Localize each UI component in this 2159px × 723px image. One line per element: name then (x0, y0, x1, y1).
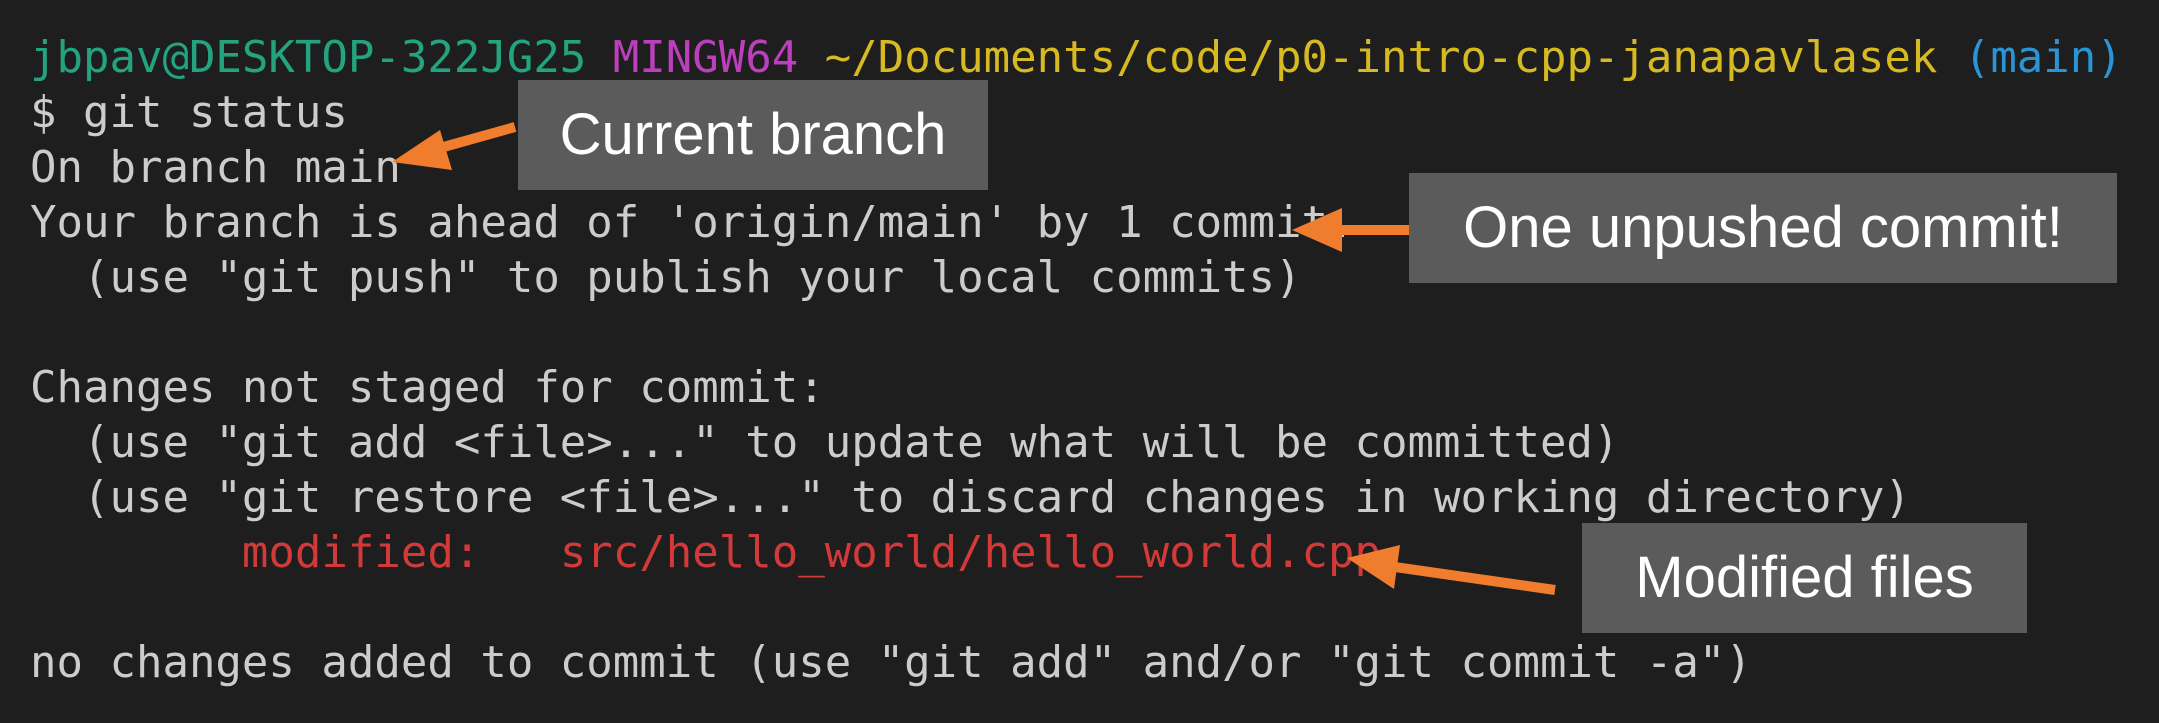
prompt-line: jbpav@DESKTOP-322JG25 MINGW64 ~/Document… (30, 30, 2123, 85)
output-add-hint: (use "git add <file>..." to update what … (30, 417, 1620, 468)
output-modified-line: modified: src/hello_world/hello_world.cp… (30, 525, 1381, 580)
prompt-user-host: jbpav@DESKTOP-322JG25 (30, 32, 587, 83)
modified-label: modified: (30, 527, 560, 578)
output-no-changes: no changes added to commit (use "git add… (30, 637, 1752, 688)
prompt-branch: (main) (1963, 32, 2123, 83)
output-unstaged-header: Changes not staged for commit: (30, 362, 825, 413)
prompt-path: ~/Documents/code/p0-intro-cpp-janapavlas… (824, 32, 1938, 83)
callout-modified-files: Modified files (1582, 523, 2027, 633)
callout-current-branch: Current branch (518, 80, 988, 190)
output-restore-hint: (use "git restore <file>..." to discard … (30, 472, 1911, 523)
output-on-branch: On branch main (30, 142, 401, 193)
output-ahead: Your branch is ahead of 'origin/main' by… (30, 197, 1355, 248)
command-line: $ git status (30, 87, 348, 138)
output-push-hint: (use "git push" to publish your local co… (30, 252, 1302, 303)
callout-unpushed-commit: One unpushed commit! (1409, 173, 2117, 283)
prompt-env: MINGW64 (612, 32, 799, 83)
modified-file: src/hello_world/hello_world.cpp (559, 527, 1382, 578)
